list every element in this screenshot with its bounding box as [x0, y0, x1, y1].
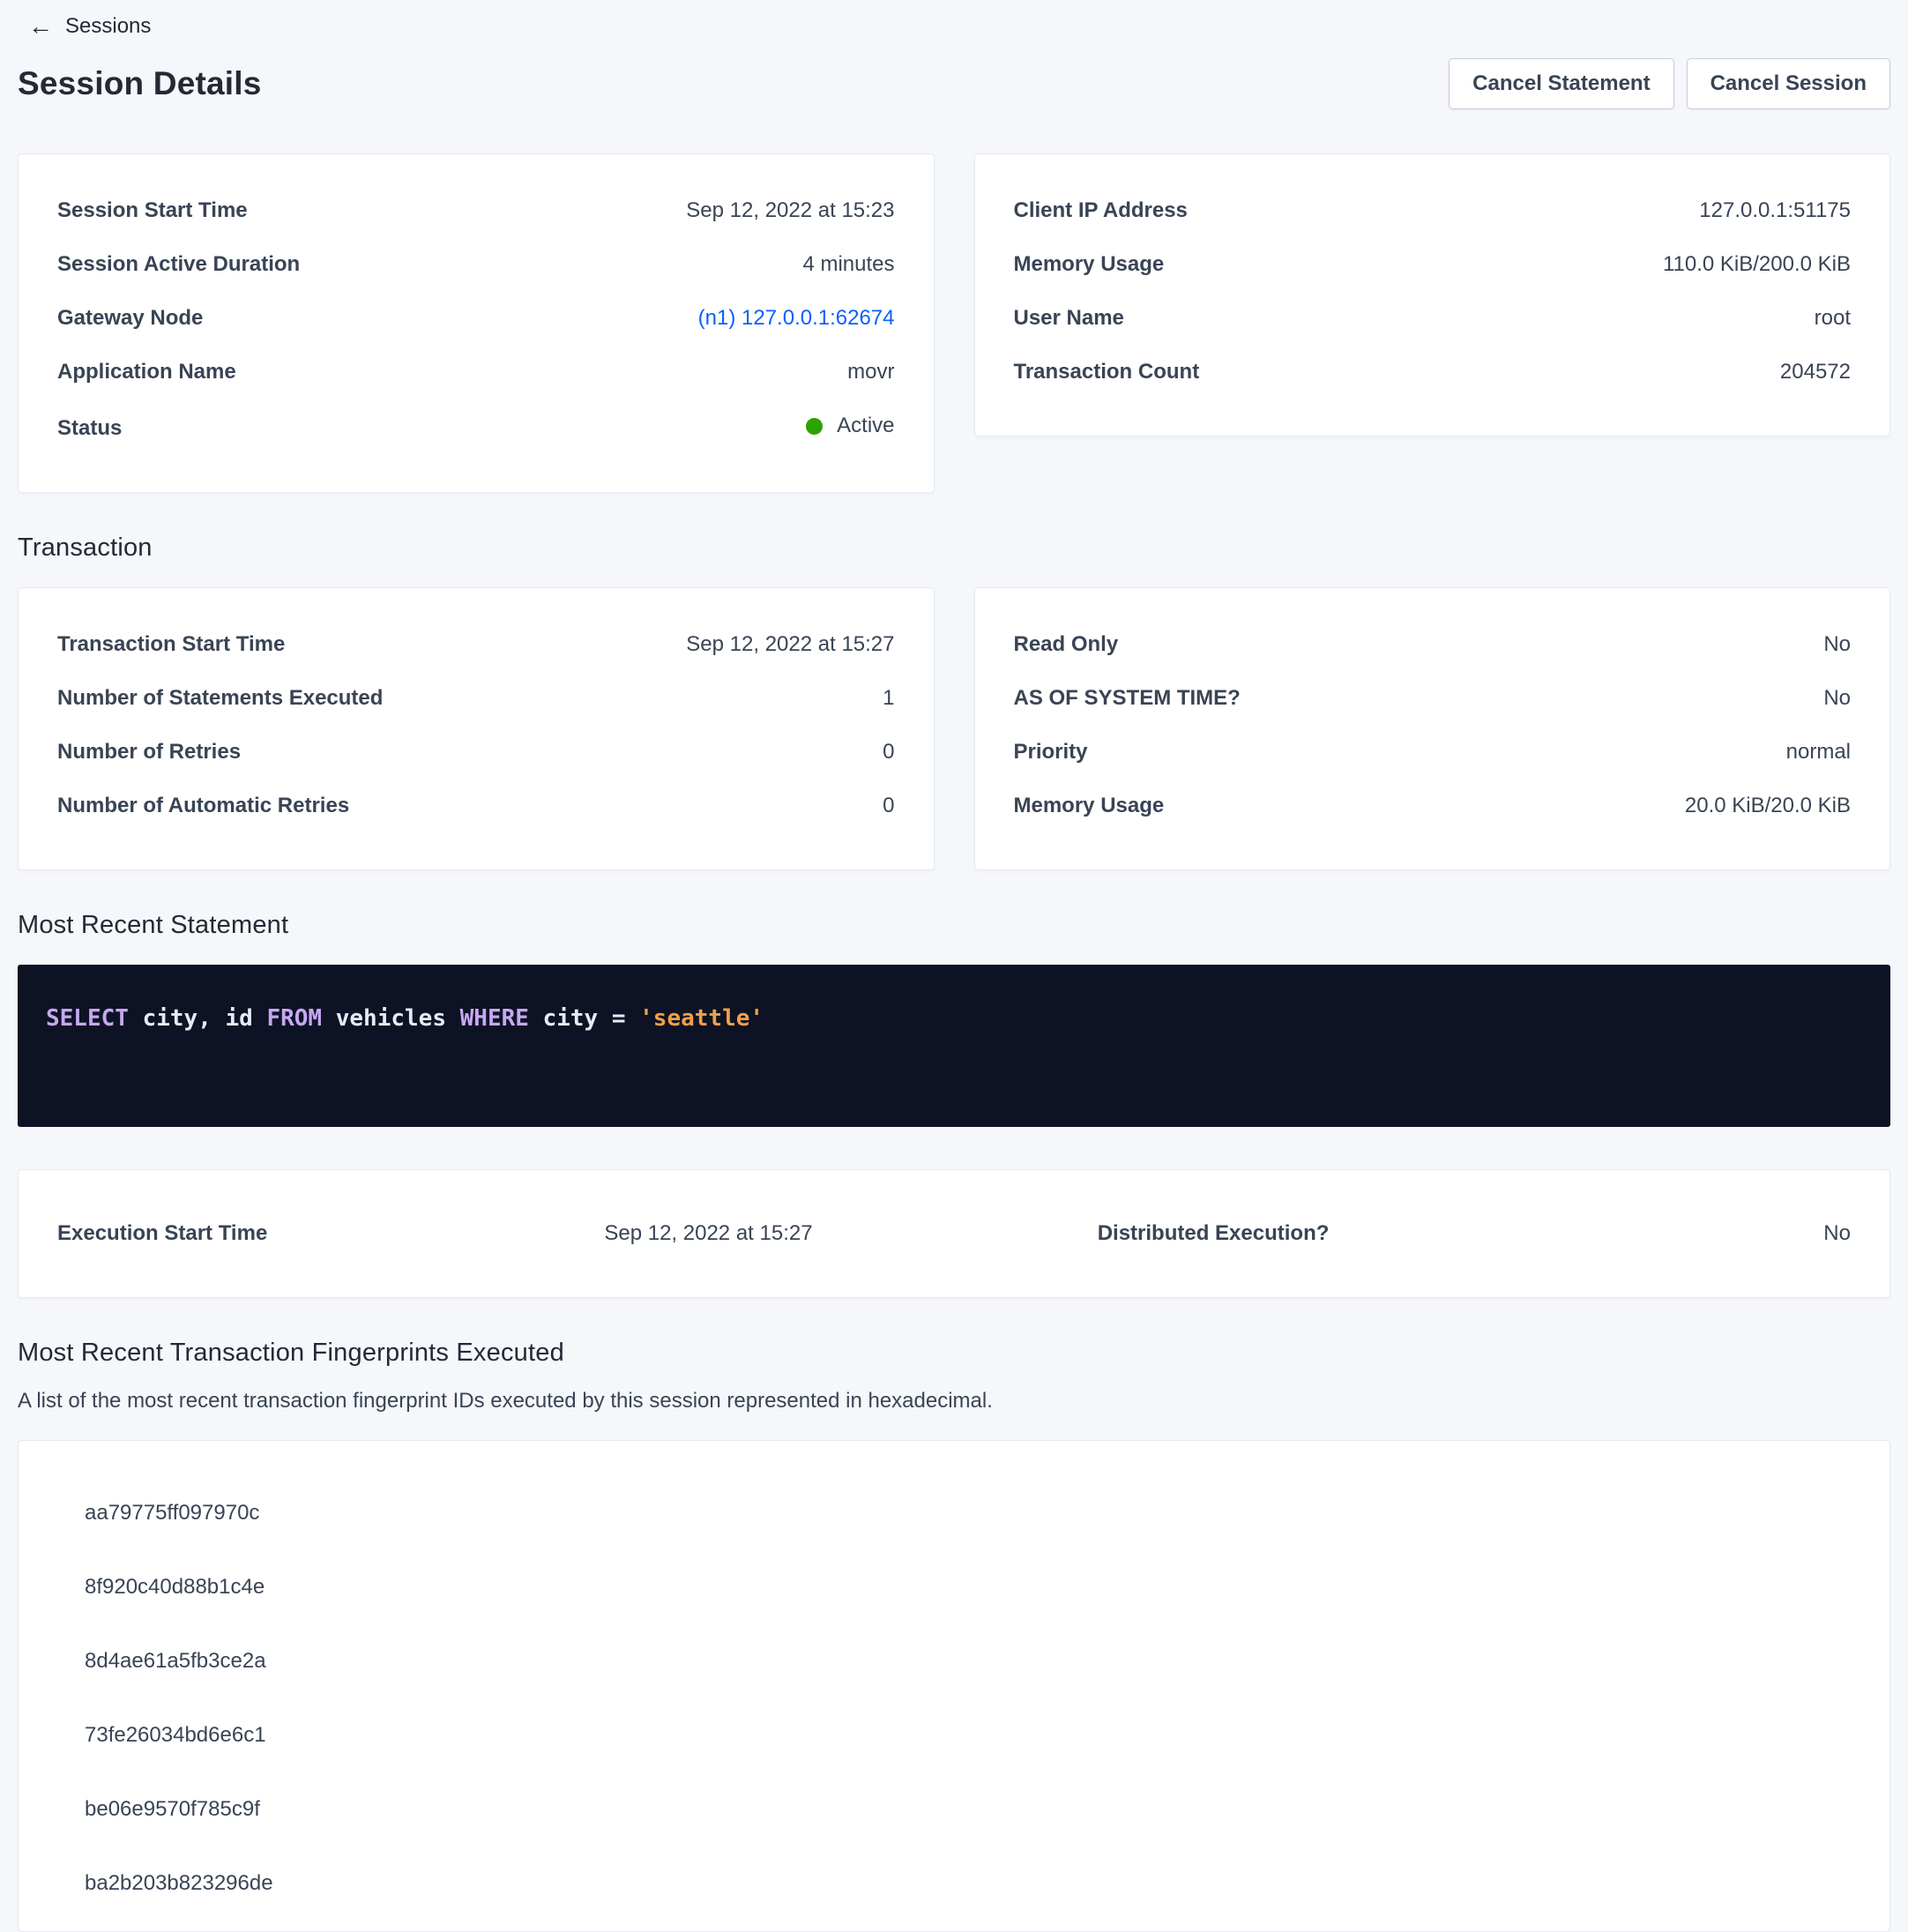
cancel-session-button[interactable]: Cancel Session: [1687, 58, 1890, 109]
txn-start-time-label: Transaction Start Time: [57, 632, 285, 657]
sql-keyword-where: WHERE: [460, 1005, 529, 1032]
session-details-page: ← Sessions Session Details Cancel Statem…: [0, 0, 1908, 1919]
user-name-value: root: [1815, 306, 1851, 331]
retries-row: Number of Retries 0: [57, 740, 895, 765]
as-of-system-time-value: No: [1823, 686, 1851, 711]
read-only-label: Read Only: [1014, 632, 1119, 657]
priority-label: Priority: [1014, 740, 1088, 765]
execution-start-time-label: Execution Start Time: [57, 1221, 604, 1246]
cancel-statement-button[interactable]: Cancel Statement: [1449, 58, 1673, 109]
txn-memory-value: 20.0 KiB/20.0 KiB: [1685, 794, 1851, 818]
session-duration-label: Session Active Duration: [57, 252, 300, 277]
transaction-count-value: 204572: [1780, 360, 1851, 384]
sql-segment-columns: city, id: [129, 1005, 267, 1032]
priority-value: normal: [1786, 740, 1851, 765]
fingerprint-item: ba2b203b823296de: [85, 1871, 1851, 1896]
as-of-system-time-row: AS OF SYSTEM TIME? No: [1014, 686, 1852, 711]
fingerprints-card: aa79775ff097970c 8f920c40d88b1c4e 8d4ae6…: [18, 1440, 1890, 1932]
auto-retries-row: Number of Automatic Retries 0: [57, 794, 895, 818]
statements-executed-value: 1: [883, 686, 894, 711]
session-memory-row: Memory Usage 110.0 KiB/200.0 KiB: [1014, 252, 1852, 277]
as-of-system-time-label: AS OF SYSTEM TIME?: [1014, 686, 1241, 711]
client-ip-row: Client IP Address 127.0.0.1:51175: [1014, 198, 1852, 223]
fingerprint-item: 8f920c40d88b1c4e: [85, 1575, 1851, 1600]
txn-start-time-value: Sep 12, 2022 at 15:27: [686, 632, 894, 657]
client-info-card: Client IP Address 127.0.0.1:51175 Memory…: [974, 153, 1891, 436]
status-label: Status: [57, 416, 122, 441]
transaction-stats-card: Transaction Start Time Sep 12, 2022 at 1…: [18, 587, 935, 870]
fingerprint-item: 73fe26034bd6e6c1: [85, 1723, 1851, 1748]
transaction-section-heading: Transaction: [18, 533, 1890, 563]
application-name-value: movr: [847, 360, 894, 384]
gateway-node-link[interactable]: (n1) 127.0.0.1:62674: [698, 306, 895, 331]
session-info-card: Session Start Time Sep 12, 2022 at 15:23…: [18, 153, 935, 493]
txn-memory-row: Memory Usage 20.0 KiB/20.0 KiB: [1014, 794, 1852, 818]
session-start-time-row: Session Start Time Sep 12, 2022 at 15:23: [57, 198, 895, 223]
user-name-row: User Name root: [1014, 306, 1852, 331]
fingerprint-item: aa79775ff097970c: [85, 1501, 1851, 1525]
sql-segment-table: vehicles: [322, 1005, 460, 1032]
client-ip-label: Client IP Address: [1014, 198, 1188, 223]
distributed-execution-label: Distributed Execution?: [1098, 1221, 1510, 1246]
read-only-value: No: [1823, 632, 1851, 657]
session-duration-row: Session Active Duration 4 minutes: [57, 252, 895, 277]
header-actions: Cancel Statement Cancel Session: [1449, 58, 1890, 109]
client-ip-value: 127.0.0.1:51175: [1699, 198, 1851, 223]
sql-segment-condition: city =: [529, 1005, 639, 1032]
fingerprints-description: A list of the most recent transaction fi…: [18, 1389, 1890, 1414]
txn-start-time-row: Transaction Start Time Sep 12, 2022 at 1…: [57, 632, 895, 657]
sql-keyword-select: SELECT: [46, 1005, 129, 1032]
sql-statement-box: SELECT city, id FROM vehicles WHERE city…: [18, 965, 1890, 1127]
statements-executed-row: Number of Statements Executed 1: [57, 686, 895, 711]
session-memory-value: 110.0 KiB/200.0 KiB: [1663, 252, 1851, 277]
status-active-dot-icon: [806, 418, 823, 435]
application-name-row: Application Name movr: [57, 360, 895, 384]
statements-executed-label: Number of Statements Executed: [57, 686, 383, 711]
session-duration-value: 4 minutes: [802, 252, 894, 277]
execution-start-time-value: Sep 12, 2022 at 15:27: [604, 1221, 1097, 1246]
priority-row: Priority normal: [1014, 740, 1852, 765]
transaction-section: Transaction Start Time Sep 12, 2022 at 1…: [18, 587, 1890, 870]
fingerprint-item: be06e9570f785c9f: [85, 1797, 1851, 1822]
gateway-node-label: Gateway Node: [57, 306, 203, 331]
distributed-execution-value: No: [1510, 1221, 1851, 1246]
page-header: Session Details Cancel Statement Cancel …: [18, 58, 1890, 109]
transaction-count-label: Transaction Count: [1014, 360, 1200, 384]
status-row: Status Active: [57, 414, 895, 441]
status-value: Active: [837, 414, 894, 438]
gateway-node-row: Gateway Node (n1) 127.0.0.1:62674: [57, 306, 895, 331]
txn-memory-label: Memory Usage: [1014, 794, 1165, 818]
back-arrow-icon: ←: [28, 14, 53, 39]
read-only-row: Read Only No: [1014, 632, 1852, 657]
status-badge: Active: [806, 414, 894, 438]
auto-retries-value: 0: [883, 794, 894, 818]
fingerprints-section-heading: Most Recent Transaction Fingerprints Exe…: [18, 1339, 1890, 1368]
session-summary-section: Session Start Time Sep 12, 2022 at 15:23…: [18, 153, 1890, 493]
retries-label: Number of Retries: [57, 740, 241, 765]
execution-summary-card: Execution Start Time Sep 12, 2022 at 15:…: [18, 1169, 1890, 1298]
back-link-label: Sessions: [65, 14, 151, 39]
auto-retries-label: Number of Automatic Retries: [57, 794, 349, 818]
session-start-time-value: Sep 12, 2022 at 15:23: [686, 198, 894, 223]
back-to-sessions-link[interactable]: ← Sessions: [28, 14, 151, 39]
page-title: Session Details: [18, 65, 262, 102]
transaction-count-row: Transaction Count 204572: [1014, 360, 1852, 384]
sql-keyword-from: FROM: [266, 1005, 322, 1032]
statement-section-heading: Most Recent Statement: [18, 911, 1890, 940]
application-name-label: Application Name: [57, 360, 236, 384]
fingerprint-item: 8d4ae61a5fb3ce2a: [85, 1649, 1851, 1674]
session-start-time-label: Session Start Time: [57, 198, 248, 223]
breadcrumb: ← Sessions: [18, 0, 1890, 39]
transaction-props-card: Read Only No AS OF SYSTEM TIME? No Prior…: [974, 587, 1891, 870]
sql-string-literal: 'seattle': [639, 1005, 764, 1032]
session-memory-label: Memory Usage: [1014, 252, 1165, 277]
user-name-label: User Name: [1014, 306, 1124, 331]
retries-value: 0: [883, 740, 894, 765]
